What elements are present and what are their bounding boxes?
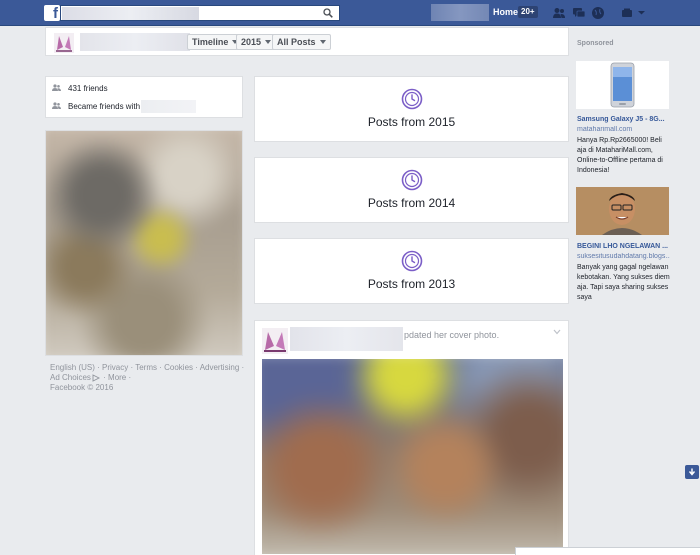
ad-phone-image[interactable] [576, 61, 669, 109]
all-posts-dropdown-label: All Posts [277, 37, 316, 47]
footer-link-more[interactable]: More [108, 373, 126, 382]
search-box [60, 5, 340, 21]
timeline-dropdown-label: Timeline [192, 37, 229, 47]
friends-count-row[interactable]: 431 friends [52, 81, 108, 95]
year-dropdown[interactable]: 2015 [236, 34, 277, 50]
search-input[interactable] [201, 6, 317, 20]
footer-link-privacy[interactable]: Privacy [102, 363, 128, 372]
footer-links: English (US) · Privacy · Terms · Cookies… [50, 363, 245, 392]
chevron-down-icon[interactable] [553, 329, 561, 335]
privacy-shortcuts-icon[interactable] [620, 6, 634, 20]
search-icon [323, 8, 333, 18]
friends-icon [52, 84, 61, 91]
post-author-name-blurred[interactable] [290, 327, 403, 351]
posts-from-2014-card[interactable]: Posts from 2014 [254, 157, 569, 223]
posts-year-label: Posts from 2013 [367, 277, 456, 291]
profile-avatar[interactable] [54, 33, 74, 53]
ad-url[interactable]: suksesitusudahdatang.blogs... [577, 253, 670, 260]
ad-choices-icon [92, 374, 100, 382]
intro-card: 431 friends Became friends with [45, 76, 243, 118]
notifications-globe-icon[interactable] [591, 6, 605, 20]
post-action-text: pdated her cover photo. [404, 330, 500, 340]
friends-icon [52, 102, 61, 109]
footer-copyright: Facebook © 2016 [50, 383, 114, 392]
post-author-avatar[interactable] [262, 328, 288, 354]
photos-card[interactable] [45, 130, 243, 356]
ad-person-image[interactable] [576, 187, 669, 235]
messages-icon[interactable] [572, 6, 586, 20]
ad-description: Hanya Rp.Rp2665000! Beli aja di Matahari… [577, 137, 663, 174]
clock-icon [401, 88, 423, 110]
account-menu-chevron-down-icon[interactable] [637, 8, 646, 17]
profile-name-blurred[interactable] [80, 33, 190, 51]
blurred-photo [262, 359, 563, 554]
top-navigation-bar: f Home 20+ [0, 0, 700, 26]
friends-count-text: 431 friends [68, 83, 108, 93]
caret-down-icon [265, 40, 272, 44]
friend-requests-icon[interactable] [552, 6, 566, 20]
footer-link-advertising[interactable]: Advertising [200, 363, 240, 372]
posts-from-2013-card[interactable]: Posts from 2013 [254, 238, 569, 304]
footer-link-ad-choices[interactable]: Ad Choices [50, 373, 91, 382]
posts-from-2015-card[interactable]: Posts from 2015 [254, 76, 569, 142]
blurred-photo [46, 131, 242, 355]
profile-name-blurred[interactable] [431, 4, 489, 21]
all-posts-dropdown[interactable]: All Posts [272, 34, 331, 50]
friend-name-blurred[interactable] [141, 99, 197, 113]
search-button[interactable] [317, 6, 339, 20]
became-friends-row[interactable]: Became friends with [52, 99, 197, 113]
posts-year-label: Posts from 2014 [367, 196, 456, 210]
footer-link-terms[interactable]: Terms [135, 363, 157, 372]
became-friends-text: Became friends with [68, 101, 141, 111]
clock-icon [401, 169, 423, 191]
clock-icon [401, 250, 423, 272]
ad-description: Banyak yang gagal ngelawan kebotakan. Ya… [577, 264, 670, 301]
timeline-dropdown[interactable]: Timeline [187, 34, 244, 50]
arrow-down-icon [688, 468, 696, 476]
facebook-logo-icon[interactable]: f [44, 5, 60, 21]
cover-photo-post: pdated her cover photo. [254, 320, 569, 555]
timeline-navigation-bar: Timeline 2015 All Posts [45, 27, 569, 56]
ad-title-link[interactable]: Samsung Galaxy J5 - 8G... [577, 116, 670, 123]
ad-url[interactable]: mataharimall.com [577, 126, 670, 133]
posts-year-label: Posts from 2015 [367, 115, 456, 129]
caret-down-icon [319, 40, 326, 44]
home-notification-badge: 20+ [518, 6, 538, 18]
home-link[interactable]: Home [493, 7, 518, 17]
footer-link-cookies[interactable]: Cookies [164, 363, 193, 372]
chat-tab[interactable] [515, 547, 700, 555]
footer-link-english[interactable]: English (US) [50, 363, 95, 372]
ad-title-link[interactable]: BEGINI LHO NGELAWAN ... [577, 243, 670, 250]
sponsored-heading: Sponsored [577, 40, 614, 47]
search-blurred-text [62, 7, 199, 20]
cover-photo-image[interactable] [262, 359, 563, 554]
scroll-down-button[interactable] [685, 465, 699, 479]
year-dropdown-label: 2015 [241, 37, 262, 47]
